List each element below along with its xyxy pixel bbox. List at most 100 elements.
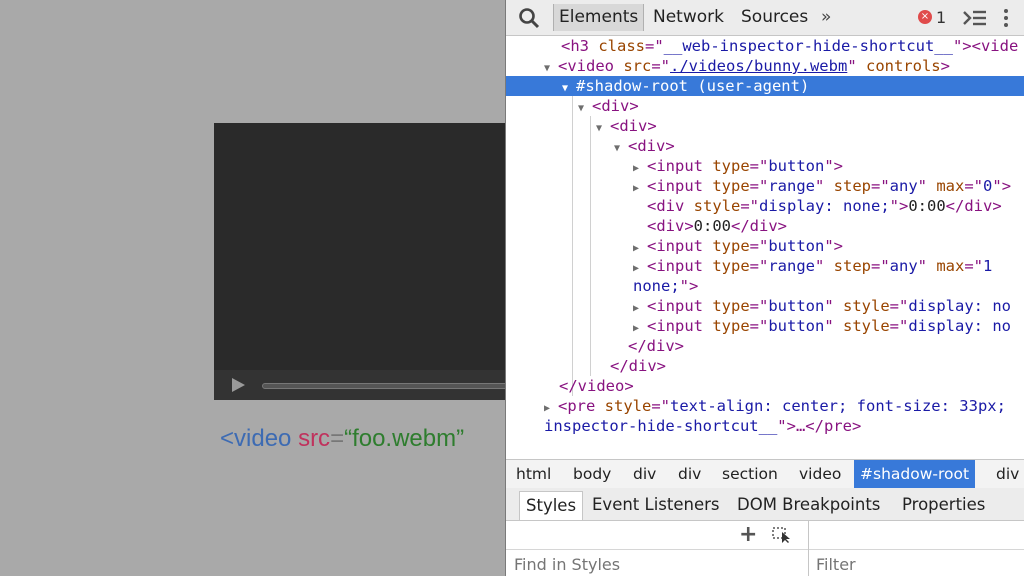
dom-node-input[interactable]: ▶ <input type="range" step="any" max="1 [633, 256, 992, 276]
tab-styles[interactable]: Styles [519, 491, 584, 520]
attr-value: display: no [908, 297, 1011, 315]
expand-triangle-icon[interactable]: ▼ [562, 79, 576, 99]
play-icon[interactable] [232, 378, 245, 392]
attr-name: src [623, 57, 652, 75]
breadcrumb-div[interactable]: div [990, 460, 1024, 488]
dom-node-close-div[interactable]: </div> [628, 336, 684, 356]
devtools-toolbar: Elements Network Sources » × 1 [506, 0, 1024, 36]
breadcrumb-section[interactable]: section [716, 460, 784, 488]
breadcrumb-body[interactable]: body [567, 460, 617, 488]
attr-name: type [712, 177, 750, 195]
tag-end: "> [824, 237, 843, 255]
attr-value: none; [633, 277, 680, 295]
attr-name: class [598, 37, 645, 55]
attr-eq: =" [889, 317, 909, 335]
attr-name: type [712, 257, 750, 275]
tag-end: ">…</pre> [777, 417, 862, 435]
error-icon[interactable]: × [918, 10, 932, 24]
dom-node-input[interactable]: ▶ <input type="range" step="any" max="0"> [633, 176, 1011, 196]
attr-name: style [693, 197, 741, 215]
dom-node-close-div[interactable]: </div> [610, 356, 666, 376]
attr-value: button [768, 317, 825, 335]
more-tabs-chevron-icon[interactable]: » [821, 4, 831, 31]
dom-node-pre[interactable]: ▶ <pre style="text-align: center; font-si… [544, 396, 1006, 416]
attr-quote: " [917, 257, 937, 275]
attr-value: button [768, 297, 825, 315]
tag: <div> [647, 217, 694, 235]
breadcrumb-shadow-root[interactable]: #shadow-root [854, 460, 976, 488]
dom-node-video[interactable]: ▼ <video src="./videos/bunny.webm" contro… [544, 56, 950, 76]
attr-value: button [768, 157, 825, 175]
breadcrumb-div[interactable]: div [627, 460, 662, 488]
tab-elements[interactable]: Elements [553, 4, 645, 31]
seek-slider[interactable] [262, 383, 505, 389]
attr-eq: =" [749, 237, 769, 255]
breadcrumb-html[interactable]: html [510, 460, 557, 488]
dom-node-div[interactable]: <div style="display: none;">0:00</div> [647, 196, 1002, 216]
tag: <input [647, 257, 713, 275]
expand-triangle-icon[interactable]: ▼ [578, 99, 592, 119]
tab-sources[interactable]: Sources [736, 4, 813, 31]
tab-network[interactable]: Network [648, 4, 729, 31]
code-attr: src [298, 425, 331, 452]
tag: <video [558, 57, 624, 75]
dom-node-input[interactable]: ▶ <input type="button"> [633, 156, 843, 176]
attr-value: __web-inspector-hide-shortcut__ [663, 37, 953, 55]
tag: <pre [558, 397, 605, 415]
tab-dom-breakpoints[interactable]: DOM Breakpoints [731, 491, 886, 519]
more-menu-icon[interactable] [1003, 8, 1009, 28]
dom-node-div[interactable]: ▼ <div> [578, 96, 639, 116]
dom-node-input[interactable]: ▶ <input type="button" style="display: no [633, 316, 1011, 336]
tag: <div> [610, 117, 657, 135]
code-snippet: <video src=“foo.webm” [220, 425, 464, 453]
dom-node-div[interactable]: <div>0:00</div> [647, 216, 787, 236]
src-link[interactable]: ./videos/bunny.webm [670, 57, 847, 75]
code-tag: <video [220, 425, 292, 452]
attr-name: type [712, 157, 750, 175]
error-count[interactable]: 1 [936, 4, 946, 31]
dom-node-input[interactable]: ▶ <input type="button" style="display: no [633, 296, 1011, 316]
attr-quote: " [815, 177, 834, 195]
search-icon[interactable] [518, 7, 540, 29]
dom-node-continuation[interactable]: inspector-hide-shortcut__">…</pre> [544, 416, 861, 436]
attr-value: 1 [983, 257, 993, 275]
tag: <input [647, 317, 713, 335]
breadcrumb-video[interactable]: video [793, 460, 847, 488]
video-player[interactable] [214, 123, 505, 400]
filter-input[interactable] [816, 555, 1016, 574]
dom-node-continuation[interactable]: none;"> [633, 276, 698, 296]
attr-eq: =" [645, 37, 664, 55]
attr-quote: " [815, 257, 834, 275]
tag: <h3 [561, 37, 599, 55]
element-state-icon[interactable] [772, 527, 792, 543]
tag: <div> [628, 137, 675, 155]
dom-node-div[interactable]: ▼ <div> [596, 116, 657, 136]
dom-node-close-video[interactable]: </video> [559, 376, 634, 396]
dom-node-h3[interactable]: <h3 class="__web-inspector-hide-shortcut… [561, 36, 1018, 56]
attr-name: step [833, 177, 871, 195]
tab-properties[interactable]: Properties [896, 491, 991, 519]
attr-value: text-align: center; font-size: 33px; [670, 397, 1006, 415]
collapsed-triangle-icon[interactable]: ▶ [633, 179, 647, 199]
attr-value: 0 [983, 177, 993, 195]
expand-triangle-icon[interactable]: ▼ [596, 119, 610, 139]
tag: <div [647, 197, 694, 215]
breadcrumb-div[interactable]: div [672, 460, 707, 488]
tag-end: > [940, 57, 950, 75]
find-in-styles-input[interactable] [514, 555, 794, 574]
tab-event-listeners[interactable]: Event Listeners [586, 491, 726, 519]
attr-eq: =" [749, 317, 769, 335]
expand-triangle-icon[interactable]: ▼ [614, 139, 628, 159]
attr-name: style [843, 297, 890, 315]
dom-node-input[interactable]: ▶ <input type="button"> [633, 236, 843, 256]
dom-node-div[interactable]: ▼ <div> [614, 136, 675, 156]
attr-value: button [768, 237, 825, 255]
add-rule-button[interactable]: + [739, 524, 757, 546]
attr-eq: =" [889, 297, 909, 315]
tag-end: "><vide [952, 37, 1019, 55]
dom-node-shadow-root[interactable]: ▼ #shadow-root (user-agent) [506, 76, 1024, 96]
tag: </div> [610, 357, 666, 375]
tag-end: </div> [945, 197, 1002, 215]
attr-eq: =" [749, 157, 769, 175]
console-drawer-icon[interactable] [962, 7, 988, 29]
